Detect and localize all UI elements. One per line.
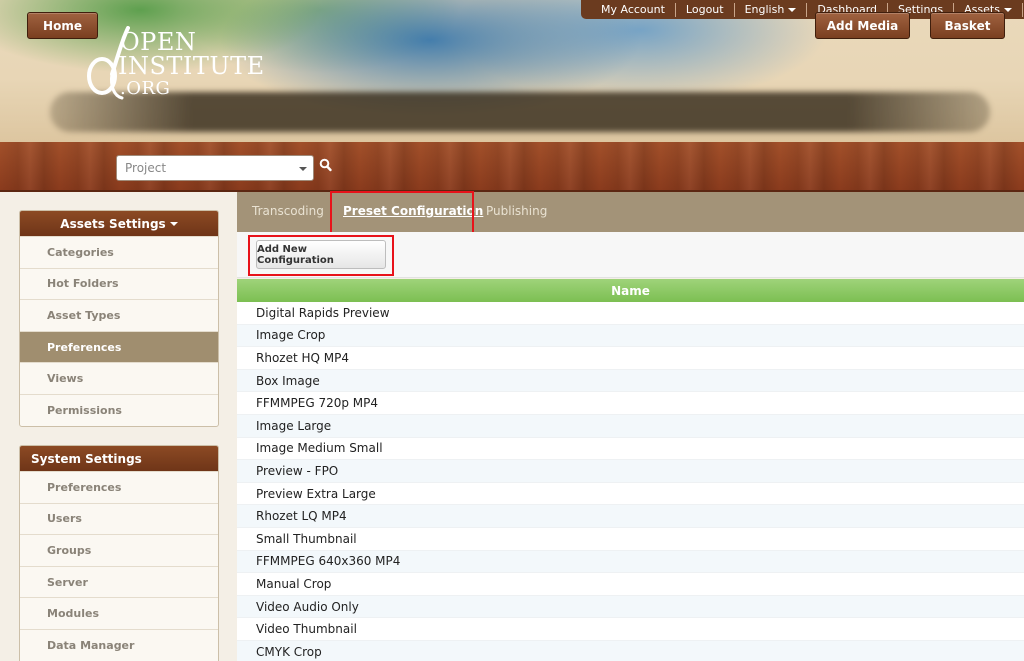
chevron-down-icon	[299, 167, 307, 171]
system-settings-panel: System Settings Preferences Users Groups…	[19, 445, 219, 661]
chevron-down-icon	[169, 221, 178, 226]
sidebar-item-views[interactable]: Views	[20, 362, 218, 394]
table-row[interactable]: Image Large	[237, 414, 1024, 438]
assets-settings-header[interactable]: Assets Settings	[20, 211, 218, 236]
sidebar-item-data-manager[interactable]: Data Manager	[20, 628, 218, 661]
table-header-name[interactable]: Name	[237, 279, 1024, 302]
project-select-placeholder: Project	[125, 161, 167, 175]
basket-button[interactable]: Basket	[930, 12, 1005, 39]
table-row[interactable]: Box Image	[237, 369, 1024, 393]
my-account-link[interactable]: My Account	[591, 2, 676, 17]
project-select[interactable]: Project	[116, 155, 314, 181]
system-settings-header[interactable]: System Settings	[20, 446, 218, 471]
language-label: English	[744, 2, 785, 16]
tab-transcoding[interactable]: Transcoding	[252, 204, 324, 218]
table-row[interactable]: Image Medium Small	[237, 437, 1024, 461]
sidebar-item-permissions[interactable]: Permissions	[20, 393, 218, 426]
table-row[interactable]: Digital Rapids Preview	[237, 302, 1024, 325]
search-icon[interactable]	[319, 158, 333, 174]
chevron-down-icon	[1003, 7, 1012, 12]
logo-text-org: .ORG	[120, 78, 171, 99]
sidebar-item-asset-types[interactable]: Asset Types	[20, 299, 218, 331]
sidebar-item-categories[interactable]: Categories	[20, 236, 218, 268]
sidebar-item-users[interactable]: Users	[20, 502, 218, 535]
table-row[interactable]: Image Crop	[237, 324, 1024, 348]
sidebar-item-groups[interactable]: Groups	[20, 534, 218, 566]
table-row[interactable]: FFMMPEG 720p MP4	[237, 392, 1024, 415]
table-row[interactable]: Manual Crop	[237, 573, 1024, 596]
table-row[interactable]: Video Thumbnail	[237, 618, 1024, 641]
sidebar-item-preferences[interactable]: Preferences	[20, 330, 218, 363]
logout-link[interactable]: Logout	[676, 2, 735, 17]
table-row[interactable]: Small Thumbnail	[237, 527, 1024, 551]
table-row[interactable]: Video Audio Only	[237, 595, 1024, 619]
table-row[interactable]: CMYK Crop	[237, 640, 1024, 661]
sidebar-item-server[interactable]: Server	[20, 565, 218, 598]
tab-publishing[interactable]: Publishing	[486, 204, 547, 218]
assets-settings-title: Assets Settings	[60, 216, 166, 231]
chevron-down-icon	[788, 7, 797, 12]
home-button[interactable]: Home	[27, 12, 98, 39]
preset-table: Digital Rapids Preview Image Crop Rhozet…	[237, 302, 1024, 661]
table-row[interactable]: FFMMPEG 640x360 MP4	[237, 550, 1024, 574]
table-row[interactable]: Rhozet LQ MP4	[237, 505, 1024, 528]
site-logo[interactable]: OPEN INSTITUTE .ORG	[82, 26, 292, 106]
highlight-box-button	[248, 235, 394, 276]
sidebar-item-hot-folders[interactable]: Hot Folders	[20, 267, 218, 300]
language-dropdown[interactable]: English	[735, 2, 808, 17]
table-row[interactable]: Preview - FPO	[237, 460, 1024, 483]
assets-settings-panel: Assets Settings Categories Hot Folders A…	[19, 210, 219, 427]
sidebar-item-modules[interactable]: Modules	[20, 597, 218, 629]
table-row[interactable]: Rhozet HQ MP4	[237, 347, 1024, 370]
highlight-box-tab	[330, 191, 474, 234]
logo-text-institute: INSTITUTE	[118, 52, 265, 80]
add-media-button[interactable]: Add Media	[815, 12, 910, 39]
sidebar-item-system-preferences[interactable]: Preferences	[20, 471, 218, 503]
table-row[interactable]: Preview Extra Large	[237, 482, 1024, 506]
